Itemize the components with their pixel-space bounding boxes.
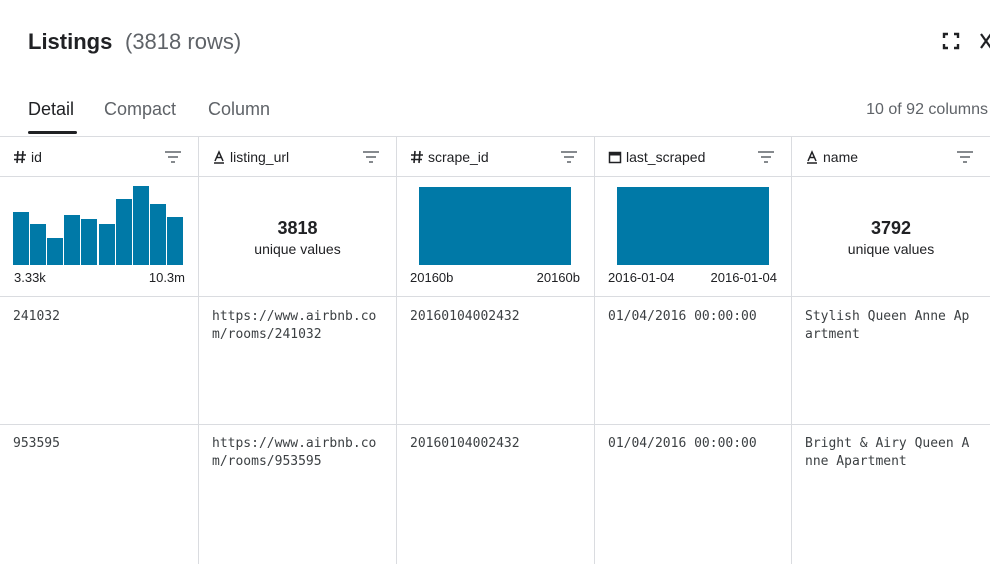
column-id: id 3.33k 10.3m 241032 953595 — [0, 137, 198, 564]
column-summary: 3792 unique values — [792, 177, 990, 297]
table-cell[interactable]: https://www.airbnb.com/rooms/241032 — [212, 308, 380, 344]
row-count: (3818 rows) — [125, 29, 242, 54]
range-max-label: 2016-01-04 — [710, 270, 778, 285]
histogram-bar[interactable] — [132, 185, 149, 265]
histogram — [13, 185, 184, 265]
row-divider — [0, 424, 990, 425]
sort-icon[interactable] — [956, 150, 974, 164]
histogram-bar[interactable] — [47, 237, 64, 265]
text-icon — [807, 150, 817, 164]
column-header[interactable]: name — [792, 137, 990, 177]
histogram-bar[interactable] — [98, 224, 115, 265]
tab-column[interactable]: Column — [208, 99, 270, 120]
column-name: name — [823, 149, 859, 165]
text-icon — [214, 150, 224, 164]
histogram-bar[interactable] — [149, 204, 166, 265]
unique-count: 3792 — [870, 218, 912, 238]
column-summary: 2016-01-04 2016-01-04 — [595, 177, 791, 297]
column-summary: 3818 unique values — [199, 177, 396, 297]
hash-icon — [14, 150, 26, 164]
table-cell[interactable]: 20160104002432 — [410, 308, 590, 326]
column-summary: 20160b 20160b — [397, 177, 594, 297]
table-cell[interactable]: 20160104002432 — [410, 435, 590, 453]
column-header[interactable]: id — [0, 137, 198, 177]
close-icon[interactable] — [978, 30, 990, 52]
histogram-min-label: 3.33k — [14, 270, 46, 285]
column-name-field: name 3792 unique values Stylish Queen An… — [791, 137, 990, 564]
histogram-bar[interactable] — [166, 217, 183, 265]
sort-icon[interactable] — [757, 150, 775, 164]
panel-title: Listings — [28, 29, 113, 54]
column-header[interactable]: scrape_id — [397, 137, 594, 177]
data-table: id 3.33k 10.3m 241032 953595 listing_url — [0, 136, 990, 564]
column-name: id — [31, 149, 42, 165]
column-name: scrape_id — [428, 149, 489, 165]
histogram-bar[interactable] — [64, 215, 81, 265]
range-max-label: 20160b — [536, 270, 580, 285]
table-cell[interactable]: 953595 — [13, 435, 193, 453]
unique-count: 3818 — [277, 218, 318, 238]
table-cell[interactable]: Bright & Airy Queen Anne Apartment — [805, 435, 975, 471]
table-cell[interactable]: https://www.airbnb.com/rooms/953595 — [212, 435, 380, 471]
column-name: last_scraped — [626, 149, 706, 165]
column-header[interactable]: last_scraped — [595, 137, 791, 177]
view-tabs: Detail Compact Column 10 of 92 columns — [0, 86, 990, 136]
range-min-label: 20160b — [410, 270, 454, 285]
hash-icon — [411, 150, 423, 164]
range-min-label: 2016-01-04 — [608, 270, 675, 285]
column-summary: 3.33k 10.3m — [0, 177, 198, 297]
sort-icon[interactable] — [362, 150, 380, 164]
histogram-bar[interactable] — [115, 199, 132, 265]
column-listing-url: listing_url 3818 unique values https://w… — [198, 137, 396, 564]
distribution-bar — [617, 187, 769, 265]
histogram-max-label: 10.3m — [148, 270, 185, 285]
table-cell[interactable]: 01/04/2016 00:00:00 — [608, 435, 788, 453]
histogram-bar[interactable] — [81, 218, 98, 265]
histogram-bar[interactable] — [30, 224, 47, 265]
fullscreen-icon[interactable] — [942, 32, 960, 50]
tab-detail[interactable]: Detail — [28, 99, 74, 120]
calendar-icon — [608, 151, 622, 164]
unique-label: unique values — [254, 241, 341, 257]
table-cell[interactable]: 01/04/2016 00:00:00 — [608, 308, 788, 326]
sort-icon[interactable] — [560, 150, 578, 164]
column-scrape-id: scrape_id 20160b 20160b 20160104002432 2… — [396, 137, 594, 564]
table-cell[interactable]: 241032 — [13, 308, 193, 326]
active-tab-indicator — [28, 131, 77, 134]
distribution-bar — [419, 187, 571, 265]
tab-compact[interactable]: Compact — [104, 99, 176, 120]
column-name: listing_url — [230, 149, 290, 165]
table-cell[interactable]: Stylish Queen Anne Apartment — [805, 308, 975, 344]
dataset-preview-panel: Listings (3818 rows) Detail Compact Colu… — [0, 0, 990, 564]
column-last-scraped: last_scraped 2016-01-04 2016-01-04 01/04… — [594, 137, 791, 564]
sort-icon[interactable] — [164, 150, 182, 164]
unique-label: unique values — [847, 241, 935, 257]
column-header[interactable]: listing_url — [199, 137, 396, 177]
panel-header: Listings (3818 rows) — [0, 0, 990, 86]
column-count: 10 of 92 columns — [866, 101, 988, 118]
histogram-bar[interactable] — [13, 212, 30, 265]
